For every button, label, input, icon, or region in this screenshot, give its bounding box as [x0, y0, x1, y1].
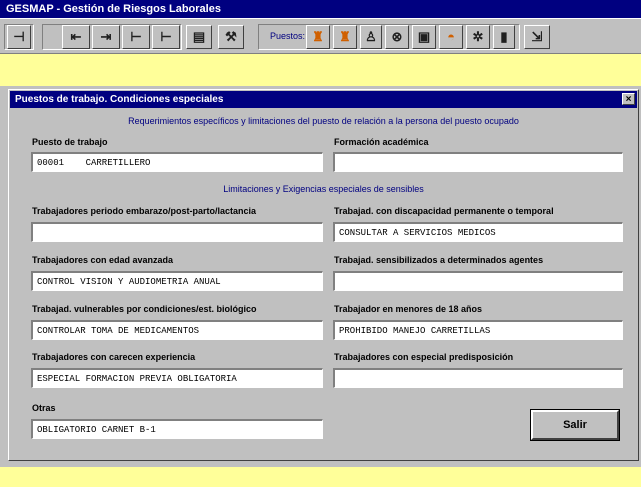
app-titlebar: GESMAP - Gestión de Riesgos Laborales [0, 0, 641, 18]
exit-button[interactable]: ⇲ [524, 25, 550, 49]
nav-first-icon: ⊣ [13, 29, 25, 44]
extinguisher-icon: ▮ [500, 29, 508, 44]
otras-field[interactable]: OBLIGATORIO CARNET B-1 [31, 419, 323, 439]
sensibles-field[interactable] [333, 271, 623, 291]
protection-icon: ⊗ [391, 29, 403, 44]
especial-label: Trabajadores con especial predisposición [334, 352, 514, 362]
window-titlebar: Puestos de trabajo. Condiciones especial… [10, 91, 637, 108]
worker-orange-icon: ♜ [312, 29, 324, 44]
gear-icon: ✲ [472, 29, 484, 44]
periodo-label: Trabajadores periodo embarazo/post-parto… [32, 206, 257, 216]
workspace-band-top [0, 54, 641, 86]
otras-label: Otras [32, 403, 56, 413]
machine-icon: ▣ [417, 29, 431, 44]
nav-last-button[interactable]: ⊢ [122, 25, 150, 49]
vulnerables-field[interactable]: CONTROLAR TOMA DE MEDICAMENTOS [31, 320, 323, 340]
sensibles-label: Trabajad. sensibilizados a determinados … [334, 255, 544, 265]
nav-prev-icon: ⇤ [70, 29, 82, 44]
nav-end-button[interactable]: ⊢ [152, 25, 180, 49]
worker-a-button[interactable]: ♜ [306, 25, 330, 49]
carecen-label: Trabajadores con carecen experiencia [32, 352, 196, 362]
print-button[interactable]: ▤ [186, 25, 212, 49]
nav-next-button[interactable]: ⇥ [92, 25, 120, 49]
nav-last-icon: ⊢ [130, 29, 142, 44]
puesto-label: Puesto de trabajo [32, 137, 108, 147]
salir-label: Salir [563, 419, 587, 431]
person-icon: ♙ [365, 29, 377, 44]
toolbar-caption: Puestos: [270, 31, 306, 41]
edad-field[interactable]: CONTROL VISION Y AUDIOMETRIA ANUAL [31, 271, 323, 291]
toolbar-btn-0[interactable]: ⊣ [7, 25, 31, 49]
discapacidad-field[interactable]: CONSULTAR A SERVICIOS MEDICOS [333, 222, 623, 242]
settings-button[interactable]: ✲ [466, 25, 490, 49]
person-button[interactable]: ♙ [360, 25, 382, 49]
extinguisher-button[interactable]: ▮ [493, 25, 515, 49]
workspace-band-bottom [0, 467, 641, 487]
tools-button[interactable]: ⚒ [218, 25, 244, 49]
toolbar: ⊣ ⇤ ⇥ ⊢ ⊢ ▤ ⚒ Puestos: ♜ ♜ ♙ ⊗ ▣ ◓ ✲ ▮ ⇲ [0, 18, 641, 54]
menores-label: Trabajador en menores de 18 años [334, 304, 483, 314]
conditions-window: Puestos de trabajo. Condiciones especial… [8, 89, 639, 461]
nav-end-icon: ⊢ [160, 29, 172, 44]
salir-button[interactable]: Salir [530, 409, 620, 441]
tools-icon: ⚒ [225, 29, 237, 44]
formacion-label: Formación académica [334, 137, 429, 147]
carecen-field[interactable]: ESPECIAL FORMACION PREVIA OBLIGATORIA [31, 368, 323, 388]
worker-orange-icon: ♜ [339, 29, 351, 44]
app-title: GESMAP - Gestión de Riesgos Laborales [6, 3, 221, 15]
machine-button[interactable]: ▣ [412, 25, 436, 49]
discapacidad-label: Trabajad. con discapacidad permanente o … [334, 206, 554, 216]
puesto-field[interactable]: 00001 CARRETILLERO [31, 152, 323, 172]
formacion-field[interactable] [333, 152, 623, 172]
exit-icon: ⇲ [531, 29, 543, 44]
protection-button[interactable]: ⊗ [385, 25, 409, 49]
edad-label: Trabajadores con edad avanzada [32, 255, 174, 265]
print-icon: ▤ [192, 29, 206, 44]
section-heading-mid: Limitaciones y Exigencias especiales de … [223, 184, 424, 194]
nav-prev-button[interactable]: ⇤ [62, 25, 90, 49]
helmet-button[interactable]: ◓ [439, 25, 463, 49]
close-button[interactable]: × [622, 93, 635, 105]
window-title: Puestos de trabajo. Condiciones especial… [15, 94, 224, 105]
menores-field[interactable]: PROHIBIDO MANEJO CARRETILLAS [333, 320, 623, 340]
vulnerables-label: Trabajad. vulnerables por condiciones/es… [32, 304, 257, 314]
nav-next-icon: ⇥ [100, 29, 112, 44]
section-heading-top: Requerimientos específicos y limitacione… [128, 116, 519, 126]
periodo-field[interactable] [31, 222, 323, 242]
worker-b-button[interactable]: ♜ [333, 25, 357, 49]
especial-field[interactable] [333, 368, 623, 388]
helmet-icon: ◓ [447, 29, 455, 44]
close-icon: × [625, 94, 632, 105]
